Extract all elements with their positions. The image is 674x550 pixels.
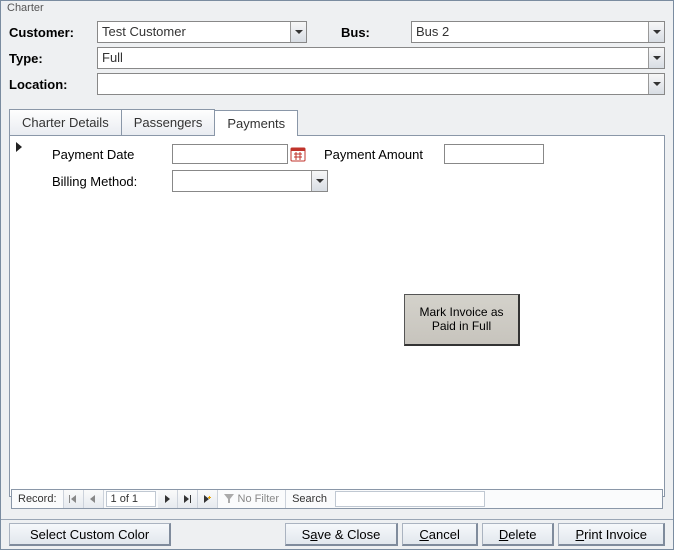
tab-panel-payments: Payment Date Payment Amount Billing Meth… <box>9 135 665 497</box>
calendar-icon[interactable] <box>290 146 306 162</box>
bus-combo[interactable]: Bus 2 <box>411 21 665 43</box>
chevron-down-icon[interactable] <box>311 171 327 191</box>
window-title: Charter <box>1 1 673 17</box>
location-value <box>98 74 648 94</box>
record-navigator: Record: 1 of 1 No Filter Search <box>11 489 663 509</box>
chevron-down-icon[interactable] <box>290 22 306 42</box>
record-label: Record: <box>12 490 64 508</box>
tab-charter-details[interactable]: Charter Details <box>9 109 122 135</box>
payment-amount-input[interactable] <box>444 144 544 164</box>
type-value: Full <box>98 48 648 68</box>
filter-status: No Filter <box>218 490 287 508</box>
search-input[interactable] <box>335 491 485 507</box>
type-combo[interactable]: Full <box>97 47 665 69</box>
bus-label: Bus: <box>341 25 411 40</box>
filter-icon <box>224 494 234 504</box>
mark-paid-line1: Mark Invoice as <box>405 305 518 319</box>
cancel-button[interactable]: Cancel <box>402 523 477 546</box>
mark-invoice-paid-button[interactable]: Mark Invoice as Paid in Full <box>404 294 520 346</box>
nav-next-icon[interactable] <box>158 490 178 508</box>
payment-amount-label: Payment Amount <box>324 147 444 162</box>
tab-payments[interactable]: Payments <box>214 110 298 136</box>
billing-method-label: Billing Method: <box>52 174 172 189</box>
customer-combo[interactable]: Test Customer <box>97 21 307 43</box>
payment-date-label: Payment Date <box>52 147 172 162</box>
print-invoice-button[interactable]: Print Invoice <box>558 523 665 546</box>
chevron-down-icon[interactable] <box>648 22 664 42</box>
billing-method-value <box>173 171 311 191</box>
payment-date-input[interactable] <box>172 144 288 164</box>
delete-button[interactable]: Delete <box>482 523 555 546</box>
record-counter[interactable]: 1 of 1 <box>106 491 156 507</box>
location-combo[interactable] <box>97 73 665 95</box>
nav-last-icon[interactable] <box>178 490 198 508</box>
type-label: Type: <box>9 51 97 66</box>
location-label: Location: <box>9 77 97 92</box>
nav-first-icon[interactable] <box>64 490 84 508</box>
mark-paid-line2: Paid in Full <box>405 319 518 333</box>
spacer <box>171 520 284 549</box>
record-selector-icon[interactable] <box>12 140 26 154</box>
bus-value: Bus 2 <box>412 22 648 42</box>
customer-label: Customer: <box>9 25 97 40</box>
search-label: Search <box>286 490 333 508</box>
chevron-down-icon[interactable] <box>648 74 664 94</box>
save-close-button[interactable]: Save & Close <box>285 523 399 546</box>
select-custom-color-button[interactable]: Select Custom Color <box>9 523 171 546</box>
customer-value: Test Customer <box>98 22 290 42</box>
tab-passengers[interactable]: Passengers <box>121 109 216 135</box>
nav-prev-icon[interactable] <box>84 490 104 508</box>
billing-method-combo[interactable] <box>172 170 328 192</box>
nav-new-icon[interactable] <box>198 490 218 508</box>
chevron-down-icon[interactable] <box>648 48 664 68</box>
